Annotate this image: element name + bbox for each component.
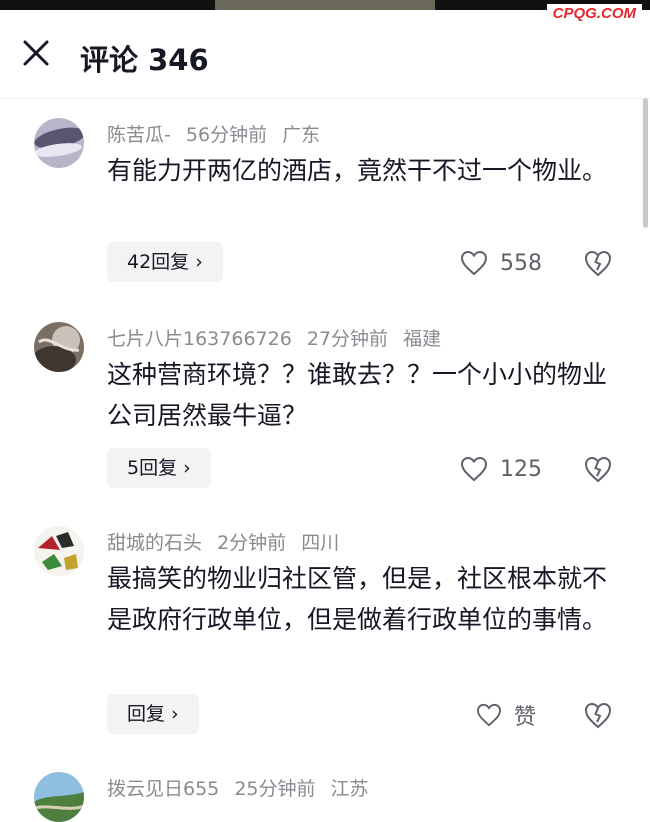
heart-icon	[460, 456, 488, 482]
comment-text: 这种营商环境？？谁敢去？？一个小小的物业公司居然最牛逼？	[107, 360, 608, 430]
like-count: 赞	[514, 705, 537, 730]
comment-time: 2分钟前	[217, 532, 287, 554]
avatar[interactable]	[34, 772, 84, 822]
comment-time: 27分钟前	[306, 328, 389, 350]
broken-heart-icon[interactable]	[583, 454, 613, 484]
comment-location: 江苏	[330, 778, 369, 800]
comment-location: 福建	[403, 328, 442, 350]
broken-heart-icon[interactable]	[583, 248, 613, 278]
scrollbar[interactable]	[643, 98, 648, 228]
comment-time: 25分钟前	[234, 778, 316, 800]
avatar[interactable]	[34, 118, 84, 168]
comment-location: 广东	[282, 124, 321, 146]
close-icon[interactable]	[20, 37, 52, 69]
heart-icon	[460, 250, 488, 276]
reply-button[interactable]: 5回复 ›	[107, 448, 211, 488]
comment-meta: 七片八片163766726 27分钟前 福建	[107, 324, 450, 351]
like-count: 125	[500, 456, 542, 482]
comment-username[interactable]: 陈苦瓜-	[107, 124, 171, 146]
comment-time: 56分钟前	[185, 124, 268, 146]
avatar[interactable]	[34, 526, 84, 576]
reply-button[interactable]: 回复 ›	[107, 694, 199, 734]
reply-button[interactable]: 42回复 ›	[107, 242, 223, 282]
like-button[interactable]: 赞	[476, 698, 536, 732]
comment-meta: 甜城的石头 2分钟前 四川	[107, 528, 348, 555]
comment-username[interactable]: 拨云见日655	[107, 778, 219, 800]
comment-text: 最搞笑的物业归社区管，但是，社区根本就不是政府行政单位，但是做着行政单位的事情。	[107, 564, 608, 634]
comment-text: 有能力开两亿的酒店，竟然干不过一个物业。	[107, 156, 608, 185]
comments-header: 评论 346	[0, 10, 650, 99]
comment-meta: 陈苦瓜- 56分钟前 广东	[107, 120, 329, 147]
avatar[interactable]	[34, 322, 84, 372]
heart-icon	[476, 703, 502, 727]
like-count: 558	[500, 250, 542, 276]
page-title: 评论 346	[80, 43, 209, 77]
like-button[interactable]: 125	[460, 452, 542, 486]
like-button[interactable]: 558	[460, 246, 542, 280]
comment-meta: 拨云见日655 25分钟前 江苏	[107, 774, 378, 801]
comment-location: 四川	[301, 532, 340, 554]
comment-username[interactable]: 七片八片163766726	[107, 328, 292, 350]
comment-username[interactable]: 甜城的石头	[107, 532, 202, 554]
broken-heart-icon[interactable]	[583, 700, 613, 730]
